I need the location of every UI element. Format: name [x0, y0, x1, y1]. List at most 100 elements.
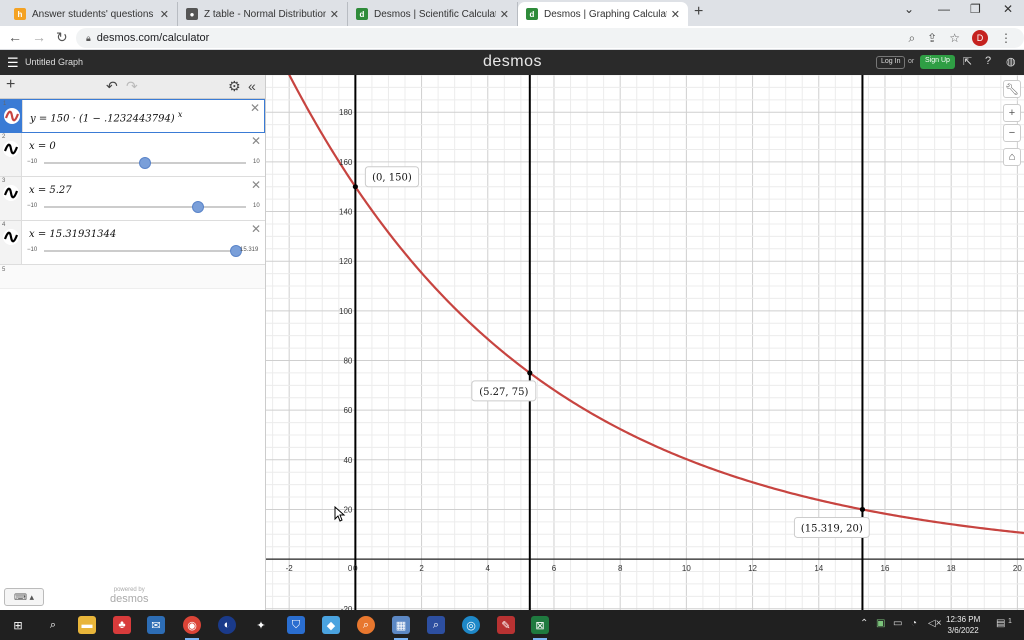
search-icon[interactable]: ⌕	[44, 616, 62, 634]
slider-max[interactable]: 15.319	[240, 247, 258, 253]
app-icon[interactable]: ▦	[392, 616, 410, 640]
restore-button[interactable]: ❐	[970, 2, 981, 16]
shield-icon[interactable]: ⛉	[287, 616, 305, 634]
tab-desmos-graphing[interactable]: d Desmos | Graphing Calculator ✕	[518, 2, 688, 26]
tab-desmos-scientific[interactable]: d Desmos | Scientific Calculator ✕	[348, 2, 518, 26]
expression-formula[interactable]: x = 0	[29, 141, 56, 152]
wave-icon[interactable]	[3, 229, 19, 245]
graph-title[interactable]: Untitled Graph	[25, 57, 83, 67]
login-button[interactable]: Log In	[876, 56, 906, 69]
close-window-button[interactable]: ✕	[1003, 2, 1013, 16]
slider-handle[interactable]	[139, 157, 151, 169]
powered-by-desmos: powered by desmos	[110, 587, 149, 605]
expression-number: 2	[2, 134, 6, 140]
slider-track[interactable]	[44, 201, 246, 213]
minimize-button[interactable]: —	[938, 2, 950, 16]
slider-max[interactable]: 10	[253, 159, 260, 165]
profile-avatar[interactable]: D	[972, 30, 988, 46]
hamburger-menu-icon[interactable]: ☰	[7, 55, 19, 71]
tray-app-icon[interactable]: ▣	[876, 618, 885, 629]
file-explorer-icon[interactable]: ▬	[78, 616, 96, 634]
expression-formula[interactable]: y = 150 · (1 − .1232443794) x	[30, 110, 182, 124]
close-icon[interactable]: ✕	[500, 8, 509, 21]
slider-max[interactable]: 10	[253, 203, 260, 209]
share-icon[interactable]: ⇪	[927, 31, 937, 45]
slider-track[interactable]	[44, 157, 246, 169]
tab-z-table[interactable]: ● Z table - Normal Distribution Cal ✕	[178, 2, 348, 26]
tab-search-chevron-icon[interactable]: ⌄	[904, 2, 914, 16]
lock-icon: 🔒︎	[86, 32, 91, 43]
slider-min[interactable]: −10	[27, 203, 37, 209]
new-tab-button[interactable]: +	[694, 3, 703, 21]
expression-formula[interactable]: x = 15.31931344	[29, 229, 116, 240]
language-globe-icon[interactable]: ◍	[1006, 55, 1016, 68]
address-bar: ← → ↻ 🔒︎ desmos.com/calculator ⌕ ⇪ ☆ D ⋮	[0, 26, 1024, 50]
back-arrow-icon[interactable]: ←	[8, 29, 22, 45]
empty-expression-row[interactable]: 5	[0, 265, 265, 289]
expression-panel: + ↶ ↷ ⚙ « 1 y = 150 · (1 − .1232443794) …	[0, 75, 266, 610]
delete-expression-icon[interactable]: ✕	[251, 178, 261, 192]
app-icon[interactable]: ♣	[113, 616, 131, 634]
delete-expression-icon[interactable]: ✕	[250, 101, 260, 115]
signup-button[interactable]: Sign Up	[920, 55, 955, 69]
slider-min[interactable]: −10	[27, 247, 37, 253]
graph-svg[interactable]: -2 0 2 4 6 8 10 12 14 16 18 20-20204060801001201401…	[266, 75, 1024, 610]
zoom-out-button[interactable]: −	[1003, 124, 1021, 142]
collapse-panel-icon[interactable]: «	[248, 78, 256, 94]
url-field[interactable]: 🔒︎ desmos.com/calculator	[76, 28, 1024, 48]
wifi-icon[interactable]: ◔	[911, 618, 917, 629]
reload-icon[interactable]: ↻	[56, 29, 68, 46]
slider-min[interactable]: −10	[27, 159, 37, 165]
app-icon[interactable]: ✦	[252, 616, 270, 634]
volume-muted-icon[interactable]: ◁×	[928, 618, 942, 629]
or-label: or	[908, 58, 915, 65]
redo-icon[interactable]: ↷	[126, 78, 138, 95]
app-icon[interactable]: ◆	[322, 616, 340, 634]
expression-row-3[interactable]: 3 x = 5.27 ✕ −10 10	[0, 177, 265, 221]
edge-icon[interactable]: ◎	[462, 616, 480, 634]
add-item-button[interactable]: +	[6, 76, 15, 94]
settings-gear-icon[interactable]: ⚙	[228, 78, 241, 95]
point-label: (15.319, 20)	[801, 523, 863, 534]
app-icon[interactable]: ◐	[218, 616, 236, 634]
expression-row-2[interactable]: 2 x = 0 ✕ −10 10	[0, 133, 265, 177]
delete-expression-icon[interactable]: ✕	[251, 134, 261, 148]
wave-icon[interactable]	[4, 108, 20, 124]
home-icon[interactable]: ⌂	[1003, 148, 1021, 166]
mail-icon[interactable]: ✉	[147, 616, 165, 634]
battery-icon[interactable]: ▭	[893, 618, 902, 629]
x-tick-label: 6	[552, 564, 557, 573]
search-app-icon[interactable]: ⌕	[357, 616, 375, 634]
zoom-icon[interactable]: ⌕	[908, 31, 915, 46]
wave-icon[interactable]	[3, 141, 19, 157]
close-icon[interactable]: ✕	[671, 8, 680, 21]
chrome-icon[interactable]: ◉	[183, 616, 201, 640]
close-icon[interactable]: ✕	[330, 8, 339, 21]
wave-icon[interactable]	[3, 185, 19, 201]
more-menu-icon[interactable]: ⋮	[1000, 31, 1012, 45]
slider-track[interactable]	[44, 245, 242, 257]
zoom-in-button[interactable]: +	[1003, 104, 1021, 122]
app-icon[interactable]: ✎	[497, 616, 515, 634]
close-icon[interactable]: ✕	[160, 8, 169, 21]
help-icon[interactable]: ?	[985, 55, 991, 67]
tray-chevron-icon[interactable]: ⌃	[860, 618, 868, 629]
taskbar-clock[interactable]: 12:36 PM 3/6/2022	[946, 614, 980, 636]
undo-icon[interactable]: ↶	[106, 78, 118, 95]
graph-paper[interactable]: -2 0 2 4 6 8 10 12 14 16 18 20 -20 20 40 60 80 100 120 140 1…	[266, 75, 1024, 610]
notification-icon[interactable]: ▤	[996, 618, 1005, 629]
keyboard-toggle-button[interactable]: ⌨ ▴	[4, 588, 44, 606]
delete-expression-icon[interactable]: ✕	[251, 222, 261, 236]
slider-handle[interactable]	[192, 201, 205, 213]
expression-row-1[interactable]: 1 y = 150 · (1 − .1232443794) x ✕	[0, 99, 265, 133]
expression-formula[interactable]: x = 5.27	[29, 185, 72, 196]
tab-answer-questions[interactable]: h Answer students' questions and ✕	[6, 2, 178, 26]
share-graph-icon[interactable]: ⇱	[963, 55, 972, 68]
excel-icon[interactable]: ⊠	[531, 616, 549, 640]
windows-start-icon[interactable]: ⊞	[9, 616, 27, 634]
magnifier-icon[interactable]: ⌕	[427, 616, 445, 634]
expression-row-4[interactable]: 4 x = 15.31931344 ✕ −10 15.319	[0, 221, 265, 265]
bookmark-star-icon[interactable]: ☆	[949, 31, 960, 45]
wrench-icon[interactable]: 🔧︎	[1003, 80, 1021, 98]
forward-arrow-icon[interactable]: →	[32, 29, 46, 45]
